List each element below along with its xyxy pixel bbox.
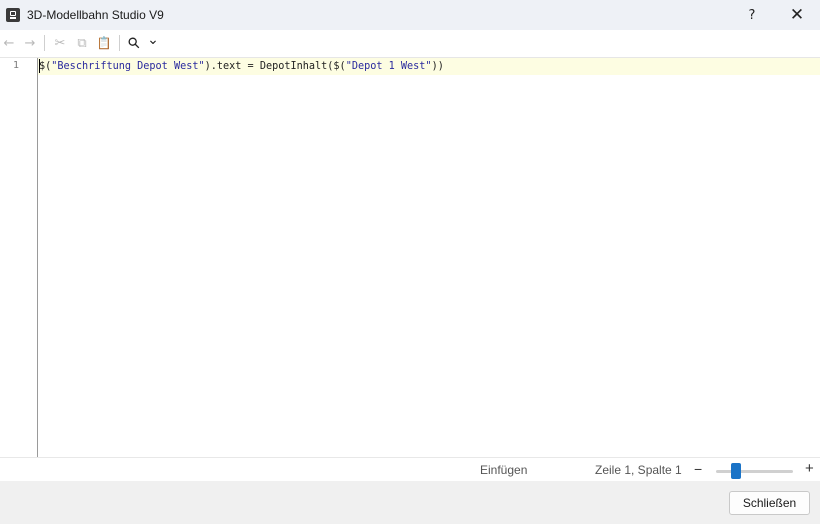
- toolbar-separator: [119, 35, 120, 51]
- status-bar: Einfügen Zeile 1, Spalte 1 − +: [0, 457, 820, 482]
- toolbar: ← → ✂ ⧉ 📋 ⚲ ⌄: [0, 30, 820, 58]
- dialog-footer: Schließen: [0, 481, 820, 524]
- code-editor[interactable]: 1 $("Beschriftung Depot West").text = De…: [0, 58, 820, 457]
- close-icon[interactable]: ✕: [782, 4, 812, 26]
- insert-mode-indicator: Einfügen: [480, 463, 528, 477]
- forward-icon[interactable]: →: [21, 34, 39, 52]
- text-caret: [39, 59, 40, 73]
- line-number: 1: [12, 60, 19, 71]
- code-token: ).text = DepotInhalt($(: [204, 61, 346, 72]
- help-button[interactable]: ?: [737, 4, 767, 26]
- title-bar: 3D-Modellbahn Studio V9 ? ✕: [0, 0, 820, 30]
- line-number-gutter: 1: [0, 58, 38, 457]
- cursor-position: Zeile 1, Spalte 1: [595, 463, 682, 477]
- code-token: )): [431, 61, 444, 72]
- zoom-out-button[interactable]: −: [694, 461, 702, 477]
- copy-icon[interactable]: ⧉: [73, 34, 91, 52]
- paste-icon[interactable]: 📋: [95, 34, 113, 52]
- zoom-in-button[interactable]: +: [805, 460, 814, 477]
- search-icon[interactable]: ⚲: [121, 30, 146, 55]
- zoom-slider-track[interactable]: [716, 470, 793, 473]
- app-icon: [6, 8, 20, 22]
- toolbar-separator: [44, 35, 45, 51]
- code-string-token: "Beschriftung Depot West": [51, 61, 205, 72]
- zoom-slider-thumb[interactable]: [731, 463, 742, 479]
- code-token: $(: [39, 61, 52, 72]
- cut-icon[interactable]: ✂: [51, 34, 69, 52]
- close-button[interactable]: Schließen: [729, 491, 810, 515]
- code-string-token: "Depot 1 West": [345, 61, 432, 72]
- back-icon[interactable]: ←: [0, 34, 18, 52]
- chevron-down-icon[interactable]: ⌄: [144, 31, 162, 49]
- window-title: 3D-Modellbahn Studio V9: [27, 8, 164, 22]
- code-line[interactable]: $("Beschriftung Depot West").text = Depo…: [39, 60, 444, 73]
